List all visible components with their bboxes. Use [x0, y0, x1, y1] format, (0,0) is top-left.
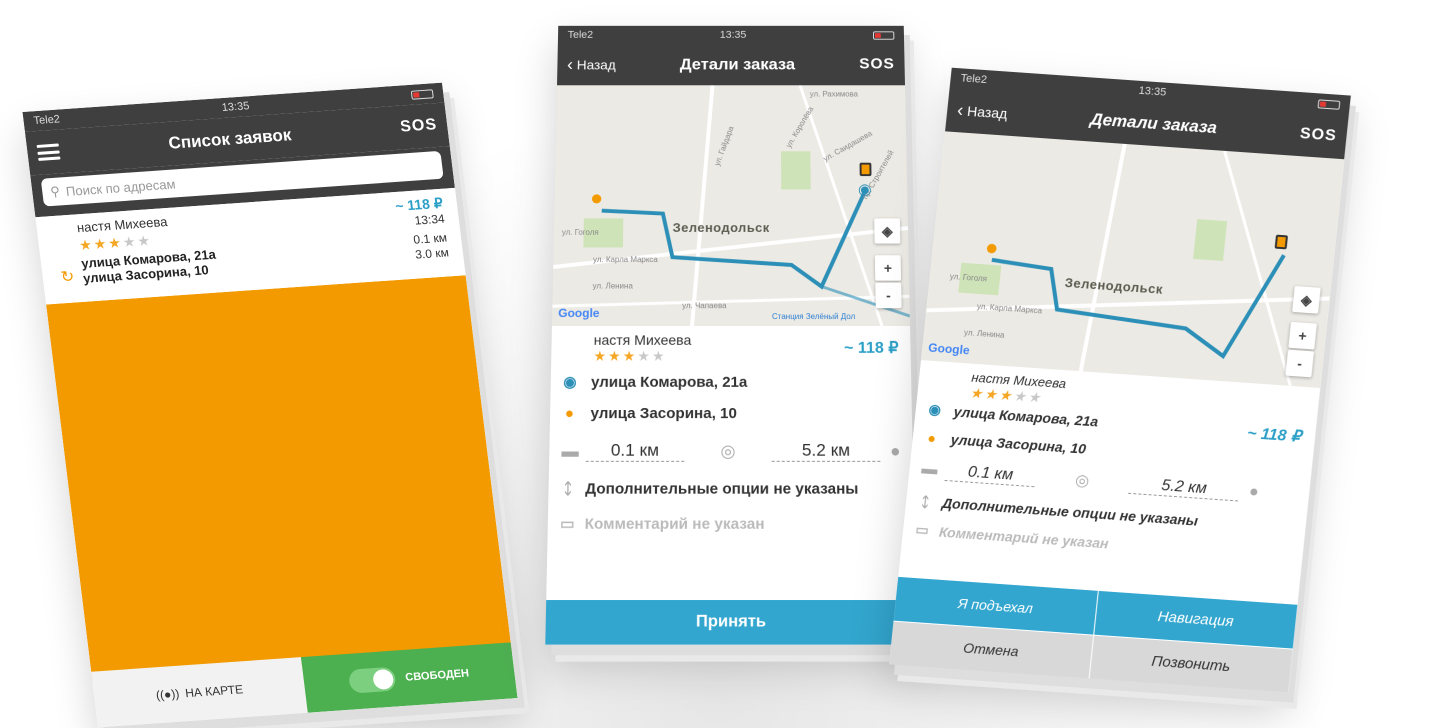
destination-pin-icon: ●	[984, 234, 1000, 261]
target-icon: ◎	[1074, 470, 1090, 491]
arrived-label: Я подъехал	[957, 595, 1033, 616]
clock: 13:35	[1138, 85, 1167, 99]
trip-distance: 5.2 км	[772, 440, 880, 461]
clock: 13:35	[221, 100, 250, 114]
carrier-label: Tele2	[33, 113, 61, 127]
options-text: Дополнительные опции не указаны	[585, 480, 858, 497]
route-arrow-icon: ↻	[60, 267, 76, 288]
search-placeholder: Поиск по адресам	[65, 176, 176, 199]
target-icon: ◎	[720, 441, 735, 461]
destination-pin-icon: ●	[590, 186, 604, 211]
back-label: Назад	[966, 103, 1008, 122]
status-bar: Tele2 13:35	[558, 26, 904, 44]
destination-pin-icon: ●	[924, 430, 940, 447]
action-buttons: Я подъехал Навигация Отмена Позвонить	[889, 577, 1297, 692]
toggle-switch[interactable]	[348, 667, 397, 694]
page-title: Детали заказа	[680, 55, 795, 74]
order-time: 13:34	[414, 212, 446, 231]
page-title: Детали заказа	[1089, 110, 1218, 139]
order-info: настя Михеева ★★★★★ ~ 118 ₽ ◉ улица Кома…	[902, 360, 1320, 565]
trip-distance: 5.2 км	[1128, 474, 1240, 501]
google-logo: Google	[928, 341, 971, 358]
zoom-in-button[interactable]: +	[1288, 322, 1317, 350]
comment-text: Комментарий не указан	[938, 523, 1109, 551]
options-text: Дополнительные опции не указаны	[941, 495, 1198, 529]
chevron-left-icon: ‹	[567, 55, 573, 75]
orange-panel	[46, 275, 512, 682]
sos-button[interactable]: SOS	[1299, 125, 1338, 145]
zoom-in-button[interactable]: +	[875, 255, 901, 280]
route-map[interactable]: Зеленодольск ул. Гоголя ул. Карла Маркса…	[921, 131, 1344, 388]
stage: Tele2 13:35 Список заявок SOS ⚲ Поиск по…	[0, 0, 1439, 728]
order-active-screen: Tele2 13:35 ‹ Назад Детали заказа SOS Зе…	[889, 68, 1351, 693]
my-location-button[interactable]: ◈	[874, 218, 900, 243]
back-label: Назад	[577, 57, 616, 72]
page-title: Список заявок	[167, 125, 292, 153]
top-bar: ‹ Назад Детали заказа SOS	[557, 44, 905, 85]
street-label: ул. Карла Маркса	[593, 255, 658, 264]
menu-icon[interactable]	[37, 143, 61, 160]
order-details-screen: Tele2 13:35 ‹ Назад Детали заказа SOS ул…	[545, 26, 916, 645]
my-location-button[interactable]: ◈	[1292, 286, 1321, 314]
search-icon: ⚲	[49, 184, 60, 201]
destination-address: улица Засорина, 10	[590, 405, 737, 422]
sos-button[interactable]: SOS	[399, 116, 438, 136]
order-list-screen: Tele2 13:35 Список заявок SOS ⚲ Поиск по…	[22, 83, 517, 728]
sos-button[interactable]: SOS	[859, 56, 895, 73]
street-label: ул. Чапаева	[682, 301, 726, 310]
options-icon: ᛨ	[917, 493, 933, 510]
street-label: ул. Гоголя	[562, 228, 599, 237]
pickup-address: улица Комарова, 21а	[591, 373, 747, 390]
pickup-pin-icon: ◉	[927, 401, 943, 419]
options-icon: ᛨ	[561, 480, 576, 497]
car-icon: ▬	[921, 460, 937, 479]
order-price: ~ 118 ₽	[844, 338, 899, 358]
distance-to-client: 0.1 км	[586, 440, 684, 461]
route-map[interactable]: ул. Гоголя ул. Карла Маркса ул. Ленина у…	[552, 85, 910, 326]
battery-icon	[411, 89, 434, 99]
pickup-pin-icon: ◉	[563, 373, 577, 391]
zoom-out-button[interactable]: -	[1285, 350, 1314, 378]
location-pin-icon: ●	[890, 441, 901, 461]
battery-icon	[1318, 99, 1341, 109]
toggle-label: СВОБОДЕН	[405, 667, 470, 683]
street-label: ул. Ленина	[593, 282, 633, 291]
comment-icon: ▭	[560, 514, 575, 533]
carrier-label: Tele2	[568, 30, 594, 41]
call-label: Позвонить	[1151, 653, 1231, 675]
cancel-label: Отмена	[962, 640, 1019, 660]
back-button[interactable]: ‹ Назад	[956, 100, 1008, 124]
order-info: настя Михеева ★★★★★ ~ 118 ₽ ◉ улица Кома…	[548, 326, 915, 533]
location-pin-icon: ●	[1248, 483, 1260, 502]
destination-pin-icon: ●	[562, 405, 576, 422]
origin-pin-icon: ◉	[858, 180, 872, 199]
chevron-left-icon: ‹	[956, 100, 964, 121]
street-label: ул. Рахимова	[810, 90, 858, 98]
accept-button[interactable]: Принять	[545, 600, 916, 645]
map-pin-icon: ((●))	[155, 687, 180, 703]
google-logo: Google	[558, 306, 600, 320]
accept-label: Принять	[696, 613, 766, 632]
taxi-icon	[1275, 235, 1288, 250]
back-button[interactable]: ‹ Назад	[567, 55, 616, 75]
comment-text: Комментарий не указан	[585, 515, 765, 533]
distance-to-client: 0.1 км	[945, 462, 1037, 487]
map-view-label: НА КАРТЕ	[184, 682, 243, 700]
zoom-out-button[interactable]: -	[875, 283, 901, 309]
clock: 13:35	[720, 30, 747, 41]
trip-distance: 3.0 км	[414, 245, 449, 262]
destination-address: улица Засорина, 10	[950, 431, 1087, 456]
battery-icon	[873, 31, 894, 39]
navigation-label: Навигация	[1157, 608, 1234, 630]
taxi-icon	[860, 163, 872, 176]
station-label: Станция Зелёный Дол	[772, 312, 855, 321]
city-label: Зеленодольск	[673, 220, 770, 235]
order-price: ~ 118 ₽	[1246, 423, 1302, 447]
comment-icon: ▭	[914, 521, 930, 539]
carrier-label: Tele2	[960, 72, 988, 86]
car-icon: ▬	[561, 441, 576, 461]
